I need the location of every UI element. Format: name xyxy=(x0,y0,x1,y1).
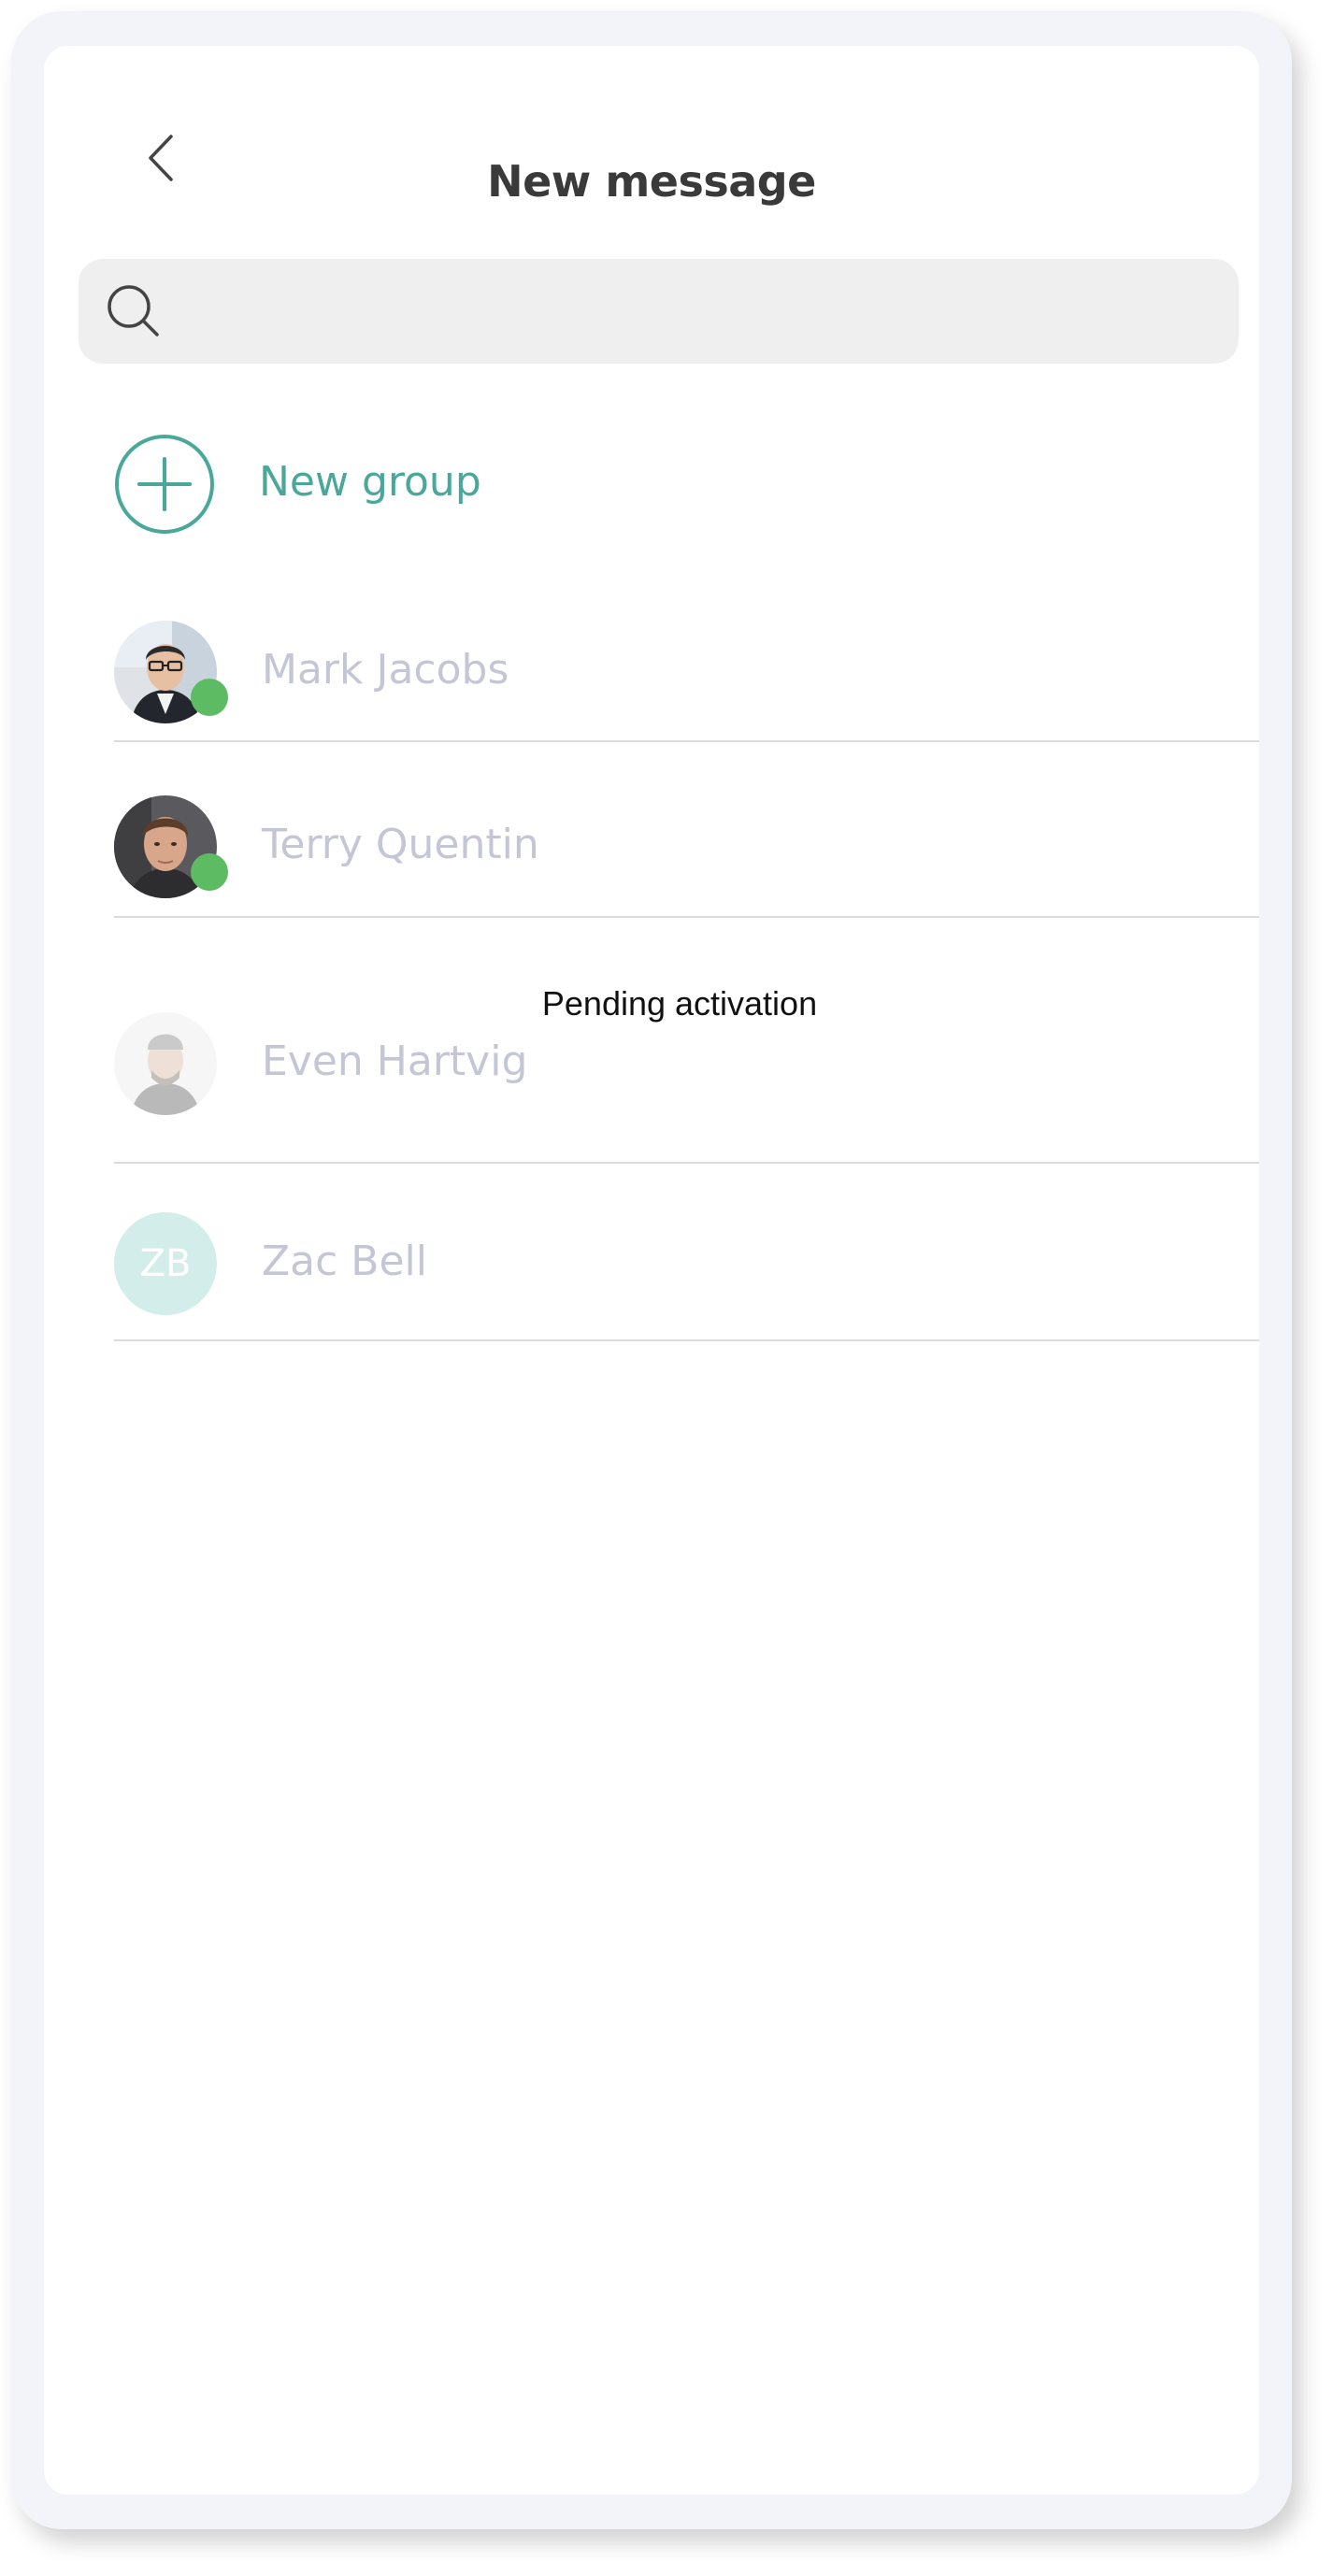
contact-name: Zac Bell xyxy=(262,1238,427,1285)
initials-avatar: ZB xyxy=(114,1212,217,1315)
online-status-indicator xyxy=(191,853,228,891)
divider xyxy=(114,1339,1259,1341)
contact-row[interactable]: Mark Jacobs xyxy=(114,621,1259,742)
search-input[interactable] xyxy=(183,259,1211,364)
search-bar[interactable] xyxy=(79,259,1239,364)
page-title: New message xyxy=(487,156,816,207)
contact-name: Terry Quentin xyxy=(262,821,539,868)
divider xyxy=(114,740,1259,742)
device-frame: New message New group Mark Jacobs Terry … xyxy=(11,11,1292,2529)
divider xyxy=(114,916,1259,918)
divider xyxy=(114,1162,1259,1164)
contact-name: Even Hartvig xyxy=(262,1038,528,1085)
screen: New message New group Mark Jacobs Terry … xyxy=(44,46,1259,2495)
plus-circle-icon xyxy=(115,435,214,534)
header: New message xyxy=(44,46,1259,223)
contact-row[interactable]: ZB Zac Bell xyxy=(114,1212,1259,1334)
new-group-label: New group xyxy=(259,458,481,506)
contact-row[interactable]: Terry Quentin xyxy=(114,795,1259,917)
online-status-indicator xyxy=(191,679,228,716)
avatar xyxy=(114,1012,217,1115)
search-icon xyxy=(108,285,159,336)
contact-row[interactable]: Even Hartvig xyxy=(114,1012,1259,1134)
contact-name: Mark Jacobs xyxy=(262,646,509,694)
new-group-button[interactable]: New group xyxy=(114,434,675,542)
